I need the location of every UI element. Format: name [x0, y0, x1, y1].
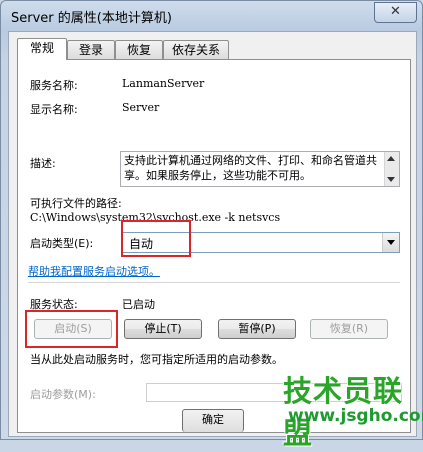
display-name-value: Server — [122, 101, 160, 114]
help-link[interactable]: 帮助我配置服务启动选项。 — [28, 263, 160, 279]
service-name-label: 服务名称: — [30, 79, 78, 92]
watermark-url: www.jsgho.com — [288, 406, 423, 426]
tab-general[interactable]: 常规 — [17, 38, 67, 60]
scroll-up-icon[interactable] — [387, 156, 395, 161]
tab-dependencies[interactable]: 依存关系 — [163, 40, 229, 59]
description-box[interactable]: 支持此计算机通过网络的文件、打印、和命名管道共享。如果服务停止，这些功能不可用。 — [120, 151, 400, 187]
tab-logon[interactable]: 登录 — [67, 40, 115, 59]
resume-button[interactable]: 恢复(R) — [310, 319, 388, 339]
title-bar[interactable]: Server 的属性(本地计算机) ✕ — [1, 1, 422, 31]
close-button[interactable]: ✕ — [374, 2, 417, 23]
chevron-down-icon — [387, 240, 395, 245]
highlight-box-start — [25, 310, 118, 348]
description-text: 支持此计算机通过网络的文件、打印、和命名管道共享。如果服务停止，这些功能不可用。 — [124, 154, 377, 182]
pause-button[interactable]: 暂停(P) — [218, 319, 296, 339]
startup-type-label: 启动类型(E): — [30, 237, 94, 250]
start-params-hint: 当从此处启动服务时，您可指定所适用的启动参数。 — [30, 353, 283, 366]
stop-button[interactable]: 停止(T) — [124, 319, 202, 339]
display-name-label: 显示名称: — [30, 103, 78, 116]
service-name-value: LanmanServer — [122, 77, 205, 90]
description-label: 描述: — [30, 157, 56, 170]
highlight-box-startup-type — [121, 220, 191, 257]
description-scrollbar[interactable] — [384, 152, 399, 186]
tab-recovery[interactable]: 恢复 — [115, 40, 163, 59]
dropdown-button[interactable] — [382, 233, 399, 252]
close-icon: ✕ — [390, 4, 401, 19]
scroll-down-icon[interactable] — [387, 177, 395, 182]
ok-button[interactable]: 确定 — [182, 409, 244, 432]
exe-path-label: 可执行文件的路径: — [30, 197, 122, 210]
start-params-label: 启动参数(M): — [30, 388, 96, 401]
service-status-value: 已启动 — [122, 298, 155, 311]
divider — [28, 282, 400, 283]
window-title: Server 的属性(本地计算机) — [11, 11, 172, 26]
